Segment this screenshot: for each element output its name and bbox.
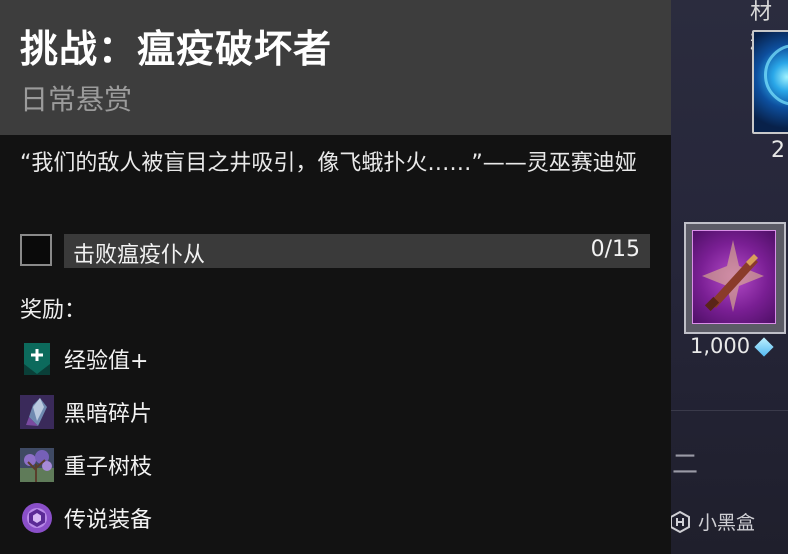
watermark-text: 小黑盒	[698, 512, 756, 534]
background-shop-item[interactable]	[684, 222, 786, 334]
bounty-type: 日常悬赏	[20, 83, 133, 116]
tooltip-header: 挑战：瘟疫破坏者 日常悬赏	[0, 0, 671, 135]
rewards-heading: 奖励：	[20, 298, 87, 323]
reward-label: 经验值+	[64, 349, 149, 374]
baryon-bough-icon	[20, 448, 54, 482]
dagger-icon	[702, 240, 764, 312]
reward-label: 重子树枝	[64, 455, 153, 480]
background-item-price: 1,000	[690, 334, 774, 358]
background-divider	[671, 410, 788, 411]
reward-label: 传说装备	[64, 508, 153, 533]
objective-progress: 0/15	[590, 237, 640, 262]
reward-item: 传说装备	[20, 500, 152, 536]
bounty-title: 挑战：瘟疫破坏者	[20, 27, 333, 71]
xiaoheihe-logo-icon	[670, 510, 690, 533]
dark-fragment-icon	[20, 395, 54, 429]
portal-ring-icon	[764, 44, 788, 106]
bounty-tooltip: 挑战：瘟疫破坏者 日常悬赏 “我们的敌人被盲目之井吸引，像飞蛾扑火……”——灵巫…	[0, 0, 671, 554]
reward-item: 黑暗碎片	[20, 394, 152, 430]
bright-dust-icon	[754, 337, 774, 357]
reward-item: 重子树枝	[20, 447, 152, 483]
watermark: 小黑盒	[668, 508, 755, 535]
objective-label: 击败瘟疫仆从	[73, 243, 206, 268]
background-material-card[interactable]	[752, 30, 788, 134]
objective-progress-bar: 击败瘟疫仆从 0/15	[64, 234, 650, 268]
reward-label: 黑暗碎片	[64, 402, 153, 427]
objective-row: 击败瘟疫仆从 0/15	[20, 234, 650, 270]
xp-plus-icon	[20, 342, 54, 376]
legendary-gear-icon	[20, 501, 54, 535]
reward-item: 经验值+	[20, 341, 148, 377]
objective-checkbox	[20, 234, 52, 266]
flavor-text: “我们的敌人被盲目之井吸引，像飞蛾扑火……”——灵巫赛迪娅	[20, 151, 637, 176]
background-material-count: 2	[771, 138, 785, 163]
background-section-label: 二	[672, 450, 699, 480]
